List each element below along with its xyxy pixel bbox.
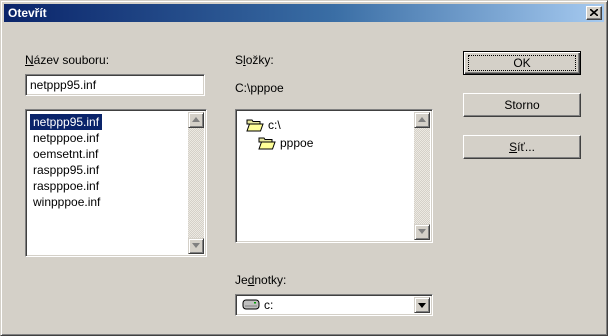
- file-listbox[interactable]: netppp95.inf netpppoe.inf oemsetnt.inf rasp…: [25, 109, 207, 257]
- focus-rect: [468, 55, 576, 71]
- network-button[interactable]: Síť...: [463, 135, 581, 159]
- folders-label: Složky:: [235, 53, 274, 67]
- chevron-down-icon: [418, 303, 426, 308]
- file-list-scroll-down-button[interactable]: [188, 238, 204, 254]
- folder-listbox[interactable]: c:\ pppoe: [235, 109, 433, 243]
- file-list-scrollbar[interactable]: [188, 112, 204, 254]
- filename-value: netppp95.inf: [30, 78, 97, 92]
- close-icon: [590, 9, 598, 16]
- file-list-item[interactable]: netppp95.inf: [30, 114, 103, 130]
- filename-label: Název souboru:: [25, 53, 110, 67]
- arrow-down-icon: [192, 243, 200, 248]
- close-button[interactable]: [586, 6, 602, 20]
- file-list-item[interactable]: raspppoe.inf: [30, 178, 102, 194]
- window-title: Otevřít: [8, 6, 47, 20]
- drives-label: Jednotky:: [235, 273, 287, 287]
- arrow-down-icon: [418, 229, 426, 234]
- folder-list-scroll-down-button[interactable]: [414, 224, 430, 240]
- cancel-button[interactable]: Storno: [463, 93, 581, 117]
- hard-drive-icon: [242, 299, 260, 310]
- folder-list-scrollbar[interactable]: [414, 112, 430, 240]
- ok-button[interactable]: OK: [463, 51, 581, 75]
- title-bar[interactable]: Otevřít: [4, 4, 604, 22]
- folder-item-label: c:\: [268, 118, 281, 132]
- file-list-item[interactable]: netpppoe.inf: [30, 130, 102, 146]
- drive-dropdown-button[interactable]: [414, 297, 430, 313]
- arrow-up-icon: [418, 117, 426, 122]
- open-folder-icon: [246, 119, 264, 132]
- file-list-item[interactable]: winpppoe.inf: [30, 194, 103, 210]
- current-path: C:\pppoe: [235, 81, 284, 95]
- folder-list-scroll-up-button[interactable]: [414, 112, 430, 128]
- file-list-scroll-up-button[interactable]: [188, 112, 204, 128]
- drive-select[interactable]: c:: [235, 294, 433, 316]
- open-dialog: Otevřít Název souboru: netppp95.inf netp…: [0, 0, 608, 336]
- file-list-item[interactable]: oemsetnt.inf: [30, 146, 101, 162]
- filename-input[interactable]: netppp95.inf: [25, 74, 205, 96]
- open-folder-icon: [258, 137, 276, 150]
- file-list-item[interactable]: rasppp95.inf: [30, 162, 102, 178]
- folder-item-label: pppoe: [280, 136, 314, 150]
- arrow-up-icon: [192, 117, 200, 122]
